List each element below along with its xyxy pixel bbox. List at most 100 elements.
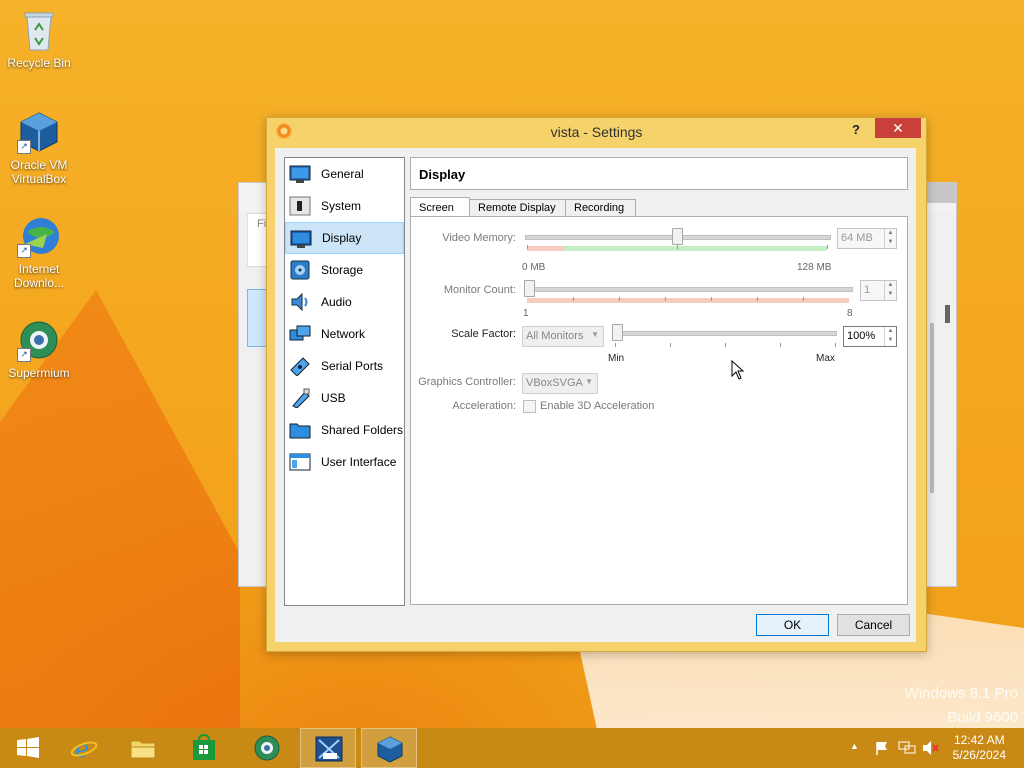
- slider-tick: [670, 343, 671, 347]
- taskbar-store[interactable]: [176, 728, 232, 768]
- enable-3d-label: Enable 3D Acceleration: [540, 400, 655, 412]
- screen-tab-panel: Video Memory: 0 MB 128 MB 64 MB ▲ ▼ Monit…: [410, 216, 908, 605]
- slider-tick: [780, 343, 781, 347]
- tab-screen[interactable]: Screen: [410, 197, 470, 218]
- windows-logo-icon: [17, 737, 39, 758]
- close-button[interactable]: ✕: [875, 118, 921, 138]
- slider-tick: [619, 297, 620, 301]
- folder-icon: [130, 740, 156, 759]
- slider-tick: [677, 245, 678, 249]
- sidebar-item-audio[interactable]: Audio: [285, 286, 404, 318]
- scale-monitor-select[interactable]: All Monitors ▼: [522, 326, 604, 347]
- system-icon: [289, 196, 311, 216]
- user-interface-icon: [289, 453, 311, 471]
- background-window-scrollbar[interactable]: [945, 305, 950, 323]
- action-center-flag-icon[interactable]: [874, 740, 890, 756]
- display-icon: [290, 230, 312, 248]
- virtualbox-icon: [377, 736, 403, 763]
- desktop-icon-supermium[interactable]: ↗ Supermium: [1, 318, 77, 380]
- sidebar-item-label: Network: [321, 327, 366, 341]
- background-window-divider: [930, 323, 934, 493]
- taskbar-clock[interactable]: 12:42 AM 5/26/2024: [953, 733, 1006, 763]
- taskbar-virtualbox[interactable]: [361, 728, 417, 768]
- virtualbox-icon: ↗: [17, 110, 61, 154]
- scale-factor-slider[interactable]: [612, 324, 623, 341]
- sidebar-item-serial-ports[interactable]: Serial Ports: [285, 350, 404, 382]
- show-hidden-icons-icon[interactable]: ▲: [850, 741, 859, 751]
- mouse-cursor-icon: [731, 360, 745, 380]
- shortcut-arrow-icon: ↗: [17, 140, 31, 154]
- help-button[interactable]: ?: [846, 120, 866, 140]
- shared-folders-icon: [289, 423, 311, 439]
- video-memory-spinbox[interactable]: 64 MB ▲ ▼: [837, 228, 897, 249]
- spin-arrows-icon[interactable]: ▲ ▼: [884, 281, 896, 300]
- taskbar-vista-vm[interactable]: [300, 728, 356, 768]
- settings-dialog: vista - Settings ? ✕ General System Disp…: [266, 117, 927, 652]
- supermium-icon: ↗: [17, 318, 61, 362]
- slider-tick: [615, 343, 616, 347]
- tab-remote-display[interactable]: Remote Display: [469, 199, 567, 217]
- store-icon: [193, 734, 215, 760]
- dialog-client: General System Display Storage Audio Net…: [275, 148, 916, 642]
- sidebar-item-label: User Interface: [321, 455, 397, 469]
- monitor-count-value: 1: [864, 284, 871, 296]
- video-memory-max: 128 MB: [797, 262, 832, 273]
- ok-button[interactable]: OK: [756, 614, 829, 636]
- slider-tick: [527, 245, 528, 249]
- sidebar-item-display[interactable]: Display: [285, 222, 404, 254]
- sidebar-item-label: Audio: [321, 295, 352, 309]
- sidebar-item-storage[interactable]: Storage: [285, 254, 404, 286]
- shortcut-arrow-icon: ↗: [17, 244, 31, 258]
- sidebar-item-system[interactable]: System: [285, 190, 404, 222]
- sidebar-item-general[interactable]: General: [285, 158, 404, 190]
- monitor-count-slider[interactable]: [524, 280, 535, 297]
- sidebar-item-user-interface[interactable]: User Interface: [285, 446, 404, 478]
- desktop-icon-internet-download[interactable]: ↗ Internet Downlo...: [1, 214, 77, 290]
- slider-tick: [835, 343, 836, 347]
- taskbar-file-explorer[interactable]: [115, 728, 171, 768]
- volume-muted-icon[interactable]: [922, 740, 940, 756]
- scale-factor-min: Min: [608, 353, 625, 364]
- video-memory-label: Video Memory:: [442, 232, 516, 244]
- desktop-icon-label: Supermium: [8, 366, 70, 380]
- spin-arrows-icon[interactable]: ▲ ▼: [884, 229, 896, 248]
- scale-factor-spinbox[interactable]: 100% ▲ ▼: [843, 326, 897, 347]
- start-button[interactable]: [0, 728, 56, 768]
- cancel-button[interactable]: Cancel: [837, 614, 910, 636]
- network-status-icon[interactable]: [898, 740, 916, 756]
- video-memory-band-low: [527, 246, 563, 251]
- clock-time: 12:42 AM: [953, 733, 1005, 747]
- slider-tick: [827, 245, 828, 249]
- dialog-titlebar[interactable]: vista - Settings ? ✕: [267, 118, 926, 146]
- desktop-icon-recycle-bin[interactable]: Recycle Bin: [1, 8, 77, 70]
- scale-factor-label: Scale Factor:: [451, 328, 516, 340]
- svg-text:e: e: [75, 735, 89, 762]
- network-icon: [289, 325, 311, 341]
- sidebar-item-label: Shared Folders: [321, 423, 404, 437]
- acceleration-label: Acceleration:: [452, 400, 516, 412]
- video-memory-slider[interactable]: [672, 228, 683, 245]
- taskbar-internet-explorer[interactable]: e: [56, 728, 112, 768]
- scale-factor-max: Max: [816, 353, 835, 364]
- desktop-icon-virtualbox[interactable]: ↗ Oracle VM VirtualBox: [1, 110, 77, 186]
- monitor-count-label: Monitor Count:: [443, 284, 516, 296]
- desktop-icon-label: Recycle Bin: [7, 56, 71, 70]
- slider-tick: [711, 297, 712, 301]
- sidebar-item-shared-folders[interactable]: Shared Folders: [285, 414, 404, 446]
- enable-3d-checkbox[interactable]: [523, 400, 536, 413]
- sidebar-item-usb[interactable]: USB: [285, 382, 404, 414]
- monitor-count-spinbox[interactable]: 1 ▲ ▼: [860, 280, 897, 301]
- monitor-count-min: 1: [523, 308, 529, 319]
- sidebar-item-network[interactable]: Network: [285, 318, 404, 350]
- slider-tick: [725, 343, 726, 347]
- windows-watermark: Windows 8.1 Pro: [904, 685, 1018, 702]
- spin-arrows-icon[interactable]: ▲ ▼: [884, 327, 896, 346]
- windows-build-watermark: Build 9600: [947, 709, 1018, 726]
- sidebar-item-label: Display: [322, 231, 362, 245]
- graphics-controller-select[interactable]: VBoxSVGA ▼: [522, 373, 598, 394]
- background-window-menu: Fi: [257, 218, 267, 230]
- background-window-close-button[interactable]: [922, 183, 956, 203]
- tab-recording[interactable]: Recording: [565, 199, 636, 217]
- taskbar-supermium[interactable]: [239, 728, 295, 768]
- settings-sidebar: General System Display Storage Audio Net…: [284, 157, 405, 606]
